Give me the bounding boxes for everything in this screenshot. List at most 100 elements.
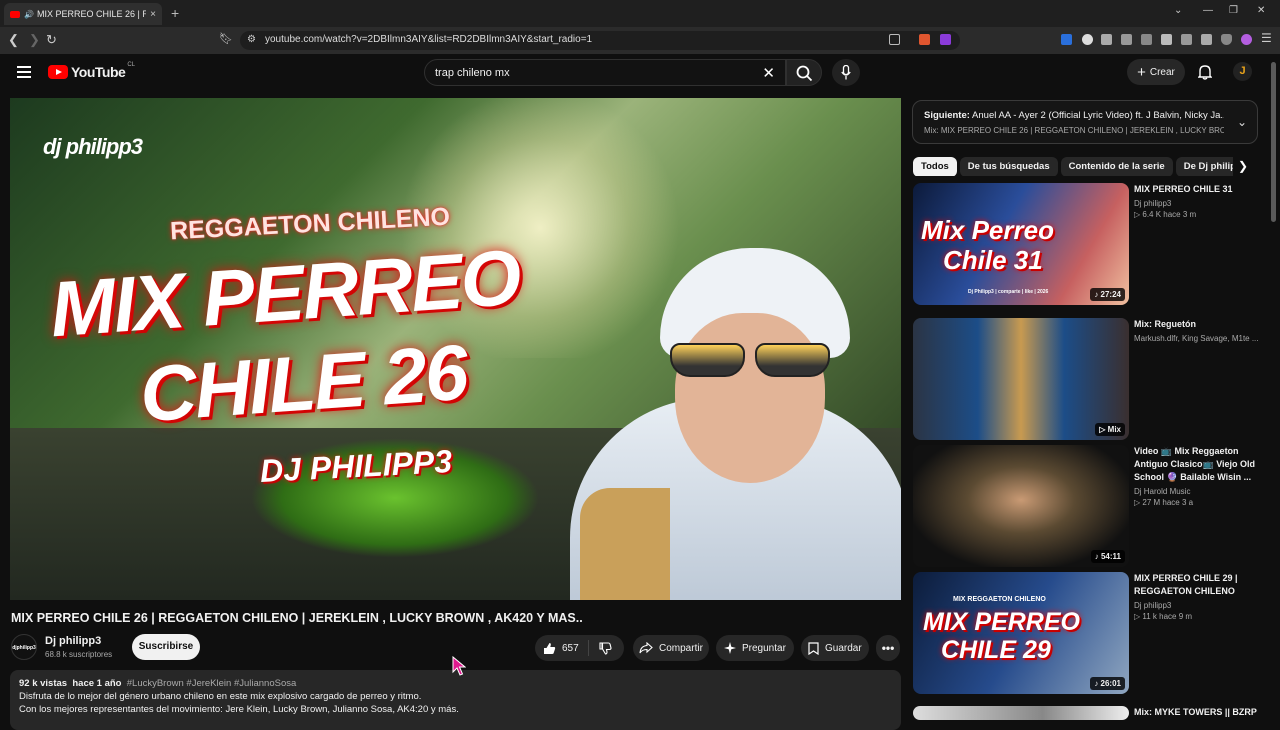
url-text[interactable]: youtube.com/watch?v=2DBIlmn3AIY&list=RD2… bbox=[265, 34, 592, 45]
thumb-text-2: Chile 31 bbox=[943, 245, 1043, 275]
recommendation-thumbnail[interactable]: MIX REGGAETON CHILENO MIX PERREO CHILE 2… bbox=[913, 572, 1129, 694]
search-input[interactable]: trap chileno mx ✕ bbox=[424, 59, 786, 86]
browser-tab[interactable]: 🔊 MIX PERREO CHILE 26 | REGG... × bbox=[4, 3, 162, 25]
hamburger-menu-icon[interactable] bbox=[17, 66, 31, 78]
create-button[interactable]: + Crear bbox=[1127, 59, 1185, 85]
browser-menu-icon[interactable]: ☰ bbox=[1261, 31, 1272, 45]
recommendation-channel[interactable]: Dj Harold Music bbox=[1134, 487, 1258, 496]
youtube-play-icon bbox=[48, 65, 68, 79]
voice-search-button[interactable] bbox=[832, 59, 860, 86]
recommendation-title[interactable]: Mix: Reguetón bbox=[1134, 318, 1258, 331]
subscribe-button[interactable]: Suscribirse bbox=[132, 634, 200, 660]
duration-badge: ♪ 26:01 bbox=[1090, 677, 1125, 690]
up-next-panel[interactable]: Siguiente: Anuel AA - Ayer 2 (Official L… bbox=[912, 100, 1258, 144]
video-player[interactable]: dj philipp3 REGGAETON CHILENO MIX PERREO… bbox=[10, 98, 901, 600]
plus-icon: + bbox=[1137, 63, 1146, 81]
browser-tab-bar: 🔊 MIX PERREO CHILE 26 | REGG... × + ⌄ — … bbox=[0, 0, 1280, 27]
sidebar-icon[interactable] bbox=[1161, 34, 1172, 45]
page-scrollbar[interactable] bbox=[1271, 62, 1276, 222]
extension-diamond-icon[interactable] bbox=[1082, 34, 1093, 45]
vpn-shield-icon[interactable] bbox=[1221, 34, 1232, 45]
mouse-cursor-icon bbox=[452, 656, 466, 676]
share-label: Compartir bbox=[659, 642, 703, 654]
site-info-icon[interactable]: ⚙ bbox=[247, 34, 256, 45]
search-icon bbox=[796, 65, 813, 82]
chip-todos[interactable]: Todos bbox=[913, 157, 957, 176]
recommendation-title[interactable]: Mix: MYKE TOWERS || BZRP bbox=[1134, 706, 1258, 719]
tab-close-icon[interactable]: × bbox=[150, 9, 156, 20]
ai-icon[interactable] bbox=[1201, 34, 1212, 45]
recommendation-thumbnail[interactable]: Mix Perreo Chile 31 Dj Philipp3 | compar… bbox=[913, 183, 1129, 305]
view-count: 92 k vistas bbox=[19, 678, 68, 689]
thumbnail-brand-logo: dj philipp3 bbox=[43, 134, 143, 159]
chevron-right-icon[interactable]: ❯ bbox=[1238, 159, 1248, 173]
chevron-down-icon[interactable]: ⌄ bbox=[1237, 115, 1247, 129]
video-title: MIX PERREO CHILE 26 | REGGAETON CHILENO … bbox=[11, 611, 583, 625]
up-next-label: Siguiente: bbox=[924, 110, 970, 121]
recommendation-info: MIX PERREO CHILE 29 | REGGAETON CHILENO … bbox=[1134, 572, 1258, 621]
dislike-button[interactable] bbox=[589, 641, 618, 655]
recommendation-item[interactable]: ♪ 54:11 Video 📺 Mix Reggaeton Antiguo Cl… bbox=[913, 445, 1258, 567]
share-button[interactable]: Compartir bbox=[633, 635, 709, 661]
recommendation-thumbnail[interactable]: ▷ Mix bbox=[913, 318, 1129, 440]
extension-copy-icon[interactable] bbox=[1141, 34, 1152, 45]
recommendation-thumbnail[interactable] bbox=[913, 706, 1129, 720]
cast-icon[interactable] bbox=[889, 34, 900, 45]
window-close-icon[interactable]: ✕ bbox=[1257, 5, 1265, 16]
thumbnail-sunglasses bbox=[670, 343, 830, 377]
clear-search-icon[interactable]: ✕ bbox=[762, 64, 775, 82]
rewards-icon[interactable] bbox=[940, 34, 951, 45]
ask-button[interactable]: Preguntar bbox=[716, 635, 794, 661]
back-icon[interactable]: ❮ bbox=[8, 32, 19, 48]
duration-badge: ♪ 54:11 bbox=[1090, 550, 1125, 563]
recommendation-channel[interactable]: Dj philipp3 bbox=[1134, 199, 1258, 208]
account-avatar[interactable]: J bbox=[1233, 62, 1252, 81]
chip-busquedas[interactable]: De tus búsquedas bbox=[959, 157, 1058, 176]
speaker-icon[interactable]: 🔊 bbox=[24, 10, 34, 19]
microphone-icon bbox=[841, 65, 851, 80]
extensions-puzzle-icon[interactable] bbox=[1121, 34, 1132, 45]
description-box[interactable]: 92 k vistas hace 1 año #LuckyBrown #Jere… bbox=[10, 670, 901, 730]
extension-grid-icon[interactable] bbox=[1101, 34, 1112, 45]
channel-avatar[interactable]: djphilipp3 bbox=[11, 634, 37, 660]
more-actions-button[interactable]: ••• bbox=[876, 635, 900, 661]
new-tab-button[interactable]: + bbox=[171, 5, 179, 21]
recommendation-thumbnail[interactable]: ♪ 54:11 bbox=[913, 445, 1129, 567]
bookmark-icon[interactable]: 🔖︎ bbox=[219, 32, 233, 45]
recommendation-title[interactable]: Video 📺 Mix Reggaeton Antiguo Clasico📺 V… bbox=[1134, 445, 1258, 484]
description-line2: Con los mejores representantes del movim… bbox=[19, 704, 459, 715]
forward-icon[interactable]: ❯ bbox=[29, 32, 40, 48]
thumbs-down-icon bbox=[599, 641, 612, 655]
save-button[interactable]: Guardar bbox=[801, 635, 869, 661]
search-button[interactable] bbox=[786, 59, 822, 86]
chip-serie[interactable]: Contenido de la serie bbox=[1060, 157, 1173, 176]
thumb-footer: Dj Philipp3 | comparte | like | 2026 bbox=[968, 289, 1049, 295]
recommendation-title[interactable]: MIX PERREO CHILE 31 bbox=[1134, 183, 1258, 196]
duration-badge: ♪ 27:24 bbox=[1090, 288, 1125, 301]
chip-channel[interactable]: De Dj philipp3 bbox=[1175, 157, 1233, 176]
recommendation-item[interactable]: Mix: MYKE TOWERS || BZRP bbox=[913, 706, 1258, 720]
recommendation-item[interactable]: ▷ Mix Mix: Reguetón Markush.dlfr, King S… bbox=[913, 318, 1258, 440]
recommendation-item[interactable]: Mix Perreo Chile 31 Dj Philipp3 | compar… bbox=[913, 183, 1258, 305]
thumbnail-face bbox=[675, 313, 825, 483]
leo-icon[interactable] bbox=[1241, 34, 1252, 45]
recommendation-channel[interactable]: Markush.dlfr, King Savage, M1te ... bbox=[1134, 334, 1258, 343]
restore-icon[interactable]: ❐ bbox=[1229, 5, 1238, 16]
search-query[interactable]: trap chileno mx bbox=[435, 67, 510, 79]
recommendation-title[interactable]: MIX PERREO CHILE 29 | REGGAETON CHILENO bbox=[1134, 572, 1258, 598]
tab-list-icon[interactable]: ⌄ bbox=[1174, 5, 1182, 16]
recommendation-channel[interactable]: Dj philipp3 bbox=[1134, 601, 1258, 610]
recommendation-item[interactable]: MIX REGGAETON CHILENO MIX PERREO CHILE 2… bbox=[913, 572, 1258, 694]
minimize-icon[interactable]: — bbox=[1203, 5, 1213, 16]
notifications-bell-icon[interactable] bbox=[1198, 64, 1212, 80]
brave-shield-icon[interactable] bbox=[919, 34, 930, 45]
extension-audio-icon[interactable] bbox=[1061, 34, 1072, 45]
youtube-logo[interactable]: YouTube CL bbox=[48, 62, 135, 80]
like-button[interactable]: 657 bbox=[535, 640, 589, 656]
wallet-icon[interactable] bbox=[1181, 34, 1192, 45]
channel-name[interactable]: Dj philipp3 bbox=[45, 635, 101, 647]
description-line1: Disfruta de lo mejor del género urbano c… bbox=[19, 691, 422, 702]
hashtags[interactable]: #LuckyBrown #JereKlein #JuliannoSosa bbox=[127, 678, 297, 689]
reload-icon[interactable]: ↻ bbox=[46, 32, 57, 48]
youtube-favicon-icon bbox=[10, 10, 20, 18]
